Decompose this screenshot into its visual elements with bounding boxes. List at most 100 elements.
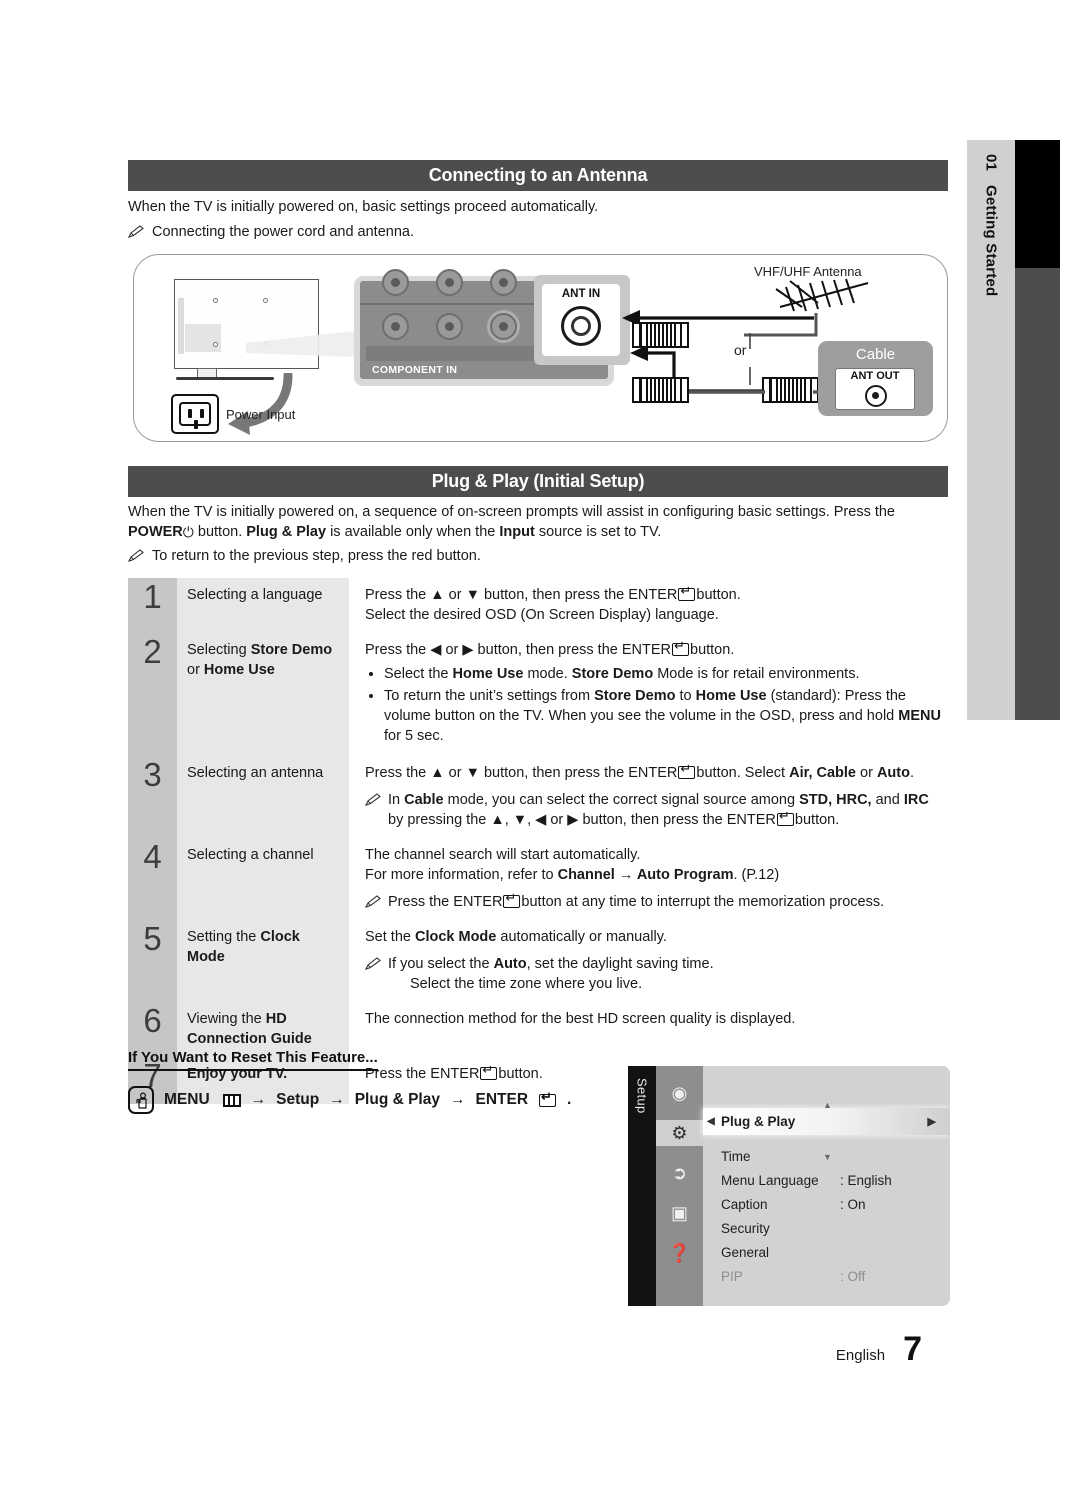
step-description: Press the ◀ or ▶ button, then press the … xyxy=(349,633,950,756)
component-in-label: COMPONENT IN xyxy=(372,364,458,376)
osd-item-label: Caption xyxy=(721,1196,768,1212)
osd-item-menu-language[interactable]: Menu Language : English xyxy=(703,1168,950,1192)
step-description: Press the ▲ or ▼ button, then press the … xyxy=(349,756,950,838)
section-header-plugplay: Plug & Play (Initial Setup) xyxy=(128,466,948,497)
reset-feature-path: MENU → Setup → Plug & Play → ENTER. xyxy=(128,1086,571,1114)
cable-box-label: Cable xyxy=(855,346,896,363)
power-input-label: Power Input xyxy=(226,407,296,422)
enter-key-icon xyxy=(776,809,794,826)
ant-in-ring-inner xyxy=(571,316,591,336)
enter-key-icon xyxy=(678,584,696,601)
coax-cable-segment xyxy=(689,390,819,394)
step-label: Selecting a channel xyxy=(177,838,349,920)
step-note-text: Press the ENTERbutton at any time to int… xyxy=(388,891,946,912)
step-number: 2 xyxy=(128,633,177,756)
power-cord-arrow xyxy=(228,373,293,435)
zoom-callout-beam xyxy=(246,331,356,357)
step-description: Set the Clock Mode automatically or manu… xyxy=(349,920,950,1002)
osd-item-label: PIP xyxy=(721,1268,743,1284)
enter-key-icon xyxy=(678,762,696,779)
table-row: 1 Selecting a language Press the ▲ or ▼ … xyxy=(128,578,950,633)
component-jack-pb xyxy=(436,313,463,340)
antenna-note-text: Connecting the power cord and antenna. xyxy=(152,224,414,240)
reset-path-enter: ENTER xyxy=(475,1091,529,1108)
step-note: Press the ENTERbutton at any time to int… xyxy=(364,891,946,912)
step-number: 5 xyxy=(128,920,177,1002)
osd-picture-icon[interactable]: ◉ xyxy=(665,1080,695,1106)
ant-out-ring xyxy=(865,385,887,407)
osd-scroll-up-indicator: ▲ xyxy=(823,1100,832,1110)
step-bullet-list: Select the Home Use mode. Store Demo Mod… xyxy=(365,664,946,746)
power-symbol-icon: ⏻ xyxy=(182,524,194,540)
osd-application-icon[interactable]: ▣ xyxy=(665,1200,695,1226)
antenna-connection-diagram: Power Input PR PB Y /VIDEO COMPONENT IN … xyxy=(133,254,948,442)
table-row: 4 Selecting a channel The channel search… xyxy=(128,838,950,920)
plugplay-note-row: To return to the previous step, press th… xyxy=(127,546,938,566)
step-label: Selecting an antenna xyxy=(177,756,349,838)
tv-panel-box xyxy=(185,324,221,352)
osd-support-help-icon[interactable]: ❓ xyxy=(665,1240,695,1266)
step-description: The connection method for the best HD sc… xyxy=(349,1002,950,1057)
ant-in-port: ANT IN xyxy=(542,284,620,356)
osd-item-plug-play[interactable]: ◀ Plug & Play ▶ xyxy=(703,1108,950,1135)
reset-feature-title: If You Want to Reset This Feature... xyxy=(128,1049,378,1071)
coax-connector-bottom-left xyxy=(632,377,690,403)
component-jack xyxy=(436,269,463,296)
osd-menu-list: ▲ ◀ Plug & Play ▶ ▼ Time Menu Language :… xyxy=(703,1066,950,1306)
osd-item-label: Menu Language xyxy=(721,1172,819,1188)
footer-page-number: 7 xyxy=(903,1330,922,1368)
osd-item-label: General xyxy=(721,1244,770,1260)
tv-mount-hole xyxy=(213,342,218,347)
chapter-tab: 01 Getting Started xyxy=(967,140,1015,720)
section-header-plugplay-label: Plug & Play (Initial Setup) xyxy=(431,471,645,491)
ant-in-ring xyxy=(561,306,601,346)
chapter-tab-strip-black xyxy=(1015,140,1060,268)
step-description: The channel search will start automatica… xyxy=(349,838,950,920)
step-note-text: In Cable mode, you can select the correc… xyxy=(388,790,946,830)
reset-path-arrow-1: → xyxy=(250,1091,267,1108)
step-note-text: If you select the Auto, set the daylight… xyxy=(388,956,714,992)
step-note: In Cable mode, you can select the correc… xyxy=(364,790,946,830)
pencil-icon xyxy=(364,895,381,909)
chapter-title: Getting Started xyxy=(982,185,1000,297)
osd-setup-gear-icon[interactable]: ⚙ xyxy=(656,1120,703,1146)
chapter-number: 01 xyxy=(982,154,1000,172)
tv-mount-hole xyxy=(263,298,268,303)
reset-path-arrow-3: → xyxy=(449,1091,466,1108)
page-footer: English 7 xyxy=(0,1330,1000,1369)
step-number: 3 xyxy=(128,756,177,838)
osd-item-value: : On xyxy=(840,1196,866,1212)
osd-item-security[interactable]: Security xyxy=(703,1216,950,1240)
ant-out-port: ANT OUT xyxy=(835,368,915,410)
section-header-antenna: Connecting to an Antenna xyxy=(128,160,948,191)
osd-item-pip: PIP : Off xyxy=(703,1264,950,1288)
step-label: Setting the Clock Mode xyxy=(177,920,349,1002)
table-row: 5 Setting the Clock Mode Set the Clock M… xyxy=(128,920,950,1002)
osd-tab-column: Setup xyxy=(628,1066,656,1306)
step-label: Selecting a language xyxy=(177,578,349,633)
reset-path-period: . xyxy=(567,1091,572,1108)
osd-item-general[interactable]: General xyxy=(703,1240,950,1264)
enter-key-icon xyxy=(503,891,521,908)
ant-out-label: ANT OUT xyxy=(850,370,900,382)
hand-press-icon xyxy=(128,1086,154,1114)
chevron-left-icon: ◀ xyxy=(707,1116,715,1127)
step-number: 1 xyxy=(128,578,177,633)
plugplay-note-text: To return to the previous step, press th… xyxy=(152,548,481,564)
table-row: 2 Selecting Store Demo or Home Use Press… xyxy=(128,633,950,756)
power-input-connector-icon xyxy=(171,394,219,434)
reset-path-setup: Setup xyxy=(276,1091,320,1108)
menu-icon xyxy=(222,1093,241,1107)
component-jack-y-video xyxy=(490,313,517,340)
step-number: 4 xyxy=(128,838,177,920)
pencil-icon xyxy=(127,225,144,239)
component-jack xyxy=(382,269,409,296)
osd-item-value: : Off xyxy=(840,1268,866,1284)
section-header-antenna-label: Connecting to an Antenna xyxy=(428,165,648,185)
osd-item-caption[interactable]: Caption : On xyxy=(703,1192,950,1216)
component-jack xyxy=(490,269,517,296)
footer-language: English xyxy=(835,1347,886,1364)
tv-shade xyxy=(178,298,184,354)
step-label: Selecting Store Demo or Home Use xyxy=(177,633,349,756)
osd-input-icon[interactable]: ➲ xyxy=(665,1160,695,1186)
